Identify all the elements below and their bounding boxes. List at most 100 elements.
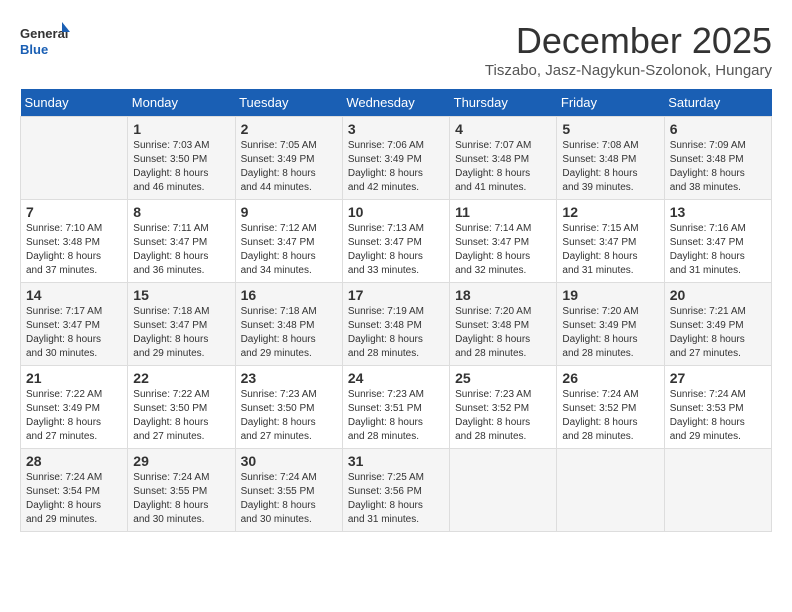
day-number: 22 bbox=[133, 370, 229, 386]
day-number: 6 bbox=[670, 121, 766, 137]
cell-info: Sunrise: 7:17 AM Sunset: 3:47 PM Dayligh… bbox=[26, 305, 122, 361]
cell-info: Sunrise: 7:25 AM Sunset: 3:56 PM Dayligh… bbox=[348, 471, 444, 527]
calendar-cell: 26 Sunrise: 7:24 AM Sunset: 3:52 PM Dayli… bbox=[557, 366, 664, 449]
calendar-cell: 10 Sunrise: 7:13 AM Sunset: 3:47 PM Dayli… bbox=[342, 200, 449, 283]
cell-info: Sunrise: 7:08 AM Sunset: 3:48 PM Dayligh… bbox=[562, 139, 658, 195]
header-friday: Friday bbox=[557, 89, 664, 117]
week-row-1: 1 Sunrise: 7:03 AM Sunset: 3:50 PM Daylig… bbox=[21, 117, 772, 200]
cell-info: Sunrise: 7:21 AM Sunset: 3:49 PM Dayligh… bbox=[670, 305, 766, 361]
calendar-cell: 11 Sunrise: 7:14 AM Sunset: 3:47 PM Dayli… bbox=[450, 200, 557, 283]
day-number: 3 bbox=[348, 121, 444, 137]
cell-info: Sunrise: 7:24 AM Sunset: 3:55 PM Dayligh… bbox=[133, 471, 229, 527]
calendar-cell: 15Sunrise: 7:18 AM Sunset: 3:47 PM Dayli… bbox=[128, 283, 235, 366]
calendar-cell bbox=[557, 449, 664, 532]
day-number: 26 bbox=[562, 370, 658, 386]
day-number: 11 bbox=[455, 204, 551, 220]
cell-info: Sunrise: 7:05 AM Sunset: 3:49 PM Dayligh… bbox=[241, 139, 337, 195]
location-subtitle: Tiszabo, Jasz-Nagykun-Szolonok, Hungary bbox=[485, 62, 772, 79]
cell-info: Sunrise: 7:13 AM Sunset: 3:47 PM Dayligh… bbox=[348, 222, 444, 278]
calendar-cell: 6 Sunrise: 7:09 AM Sunset: 3:48 PM Daylig… bbox=[664, 117, 771, 200]
cell-info: Sunrise: 7:24 AM Sunset: 3:52 PM Dayligh… bbox=[562, 388, 658, 444]
cell-info: Sunrise: 7:18 AM Sunset: 3:47 PM Dayligh… bbox=[133, 305, 229, 361]
day-number: 31 bbox=[348, 453, 444, 469]
svg-text:Blue: Blue bbox=[20, 42, 48, 57]
day-number: 9 bbox=[241, 204, 337, 220]
cell-info: Sunrise: 7:20 AM Sunset: 3:49 PM Dayligh… bbox=[562, 305, 658, 361]
cell-info: Sunrise: 7:16 AM Sunset: 3:47 PM Dayligh… bbox=[670, 222, 766, 278]
day-number: 16 bbox=[241, 287, 337, 303]
calendar-cell: 25 Sunrise: 7:23 AM Sunset: 3:52 PM Dayli… bbox=[450, 366, 557, 449]
cell-info: Sunrise: 7:23 AM Sunset: 3:52 PM Dayligh… bbox=[455, 388, 551, 444]
day-number: 1 bbox=[133, 121, 229, 137]
cell-info: Sunrise: 7:24 AM Sunset: 3:55 PM Dayligh… bbox=[241, 471, 337, 527]
day-number: 14 bbox=[26, 287, 122, 303]
header-saturday: Saturday bbox=[664, 89, 771, 117]
day-number: 25 bbox=[455, 370, 551, 386]
cell-info: Sunrise: 7:19 AM Sunset: 3:48 PM Dayligh… bbox=[348, 305, 444, 361]
calendar-cell: 14 Sunrise: 7:17 AM Sunset: 3:47 PM Dayli… bbox=[21, 283, 128, 366]
cell-info: Sunrise: 7:10 AM Sunset: 3:48 PM Dayligh… bbox=[26, 222, 122, 278]
calendar-cell: 17 Sunrise: 7:19 AM Sunset: 3:48 PM Dayli… bbox=[342, 283, 449, 366]
week-row-2: 7 Sunrise: 7:10 AM Sunset: 3:48 PM Daylig… bbox=[21, 200, 772, 283]
calendar-cell: 27 Sunrise: 7:24 AM Sunset: 3:53 PM Dayli… bbox=[664, 366, 771, 449]
cell-info: Sunrise: 7:03 AM Sunset: 3:50 PM Dayligh… bbox=[133, 139, 229, 195]
calendar-cell bbox=[21, 117, 128, 200]
calendar-cell: 8 Sunrise: 7:11 AM Sunset: 3:47 PM Daylig… bbox=[128, 200, 235, 283]
title-block: December 2025 Tiszabo, Jasz-Nagykun-Szol… bbox=[485, 20, 772, 79]
cell-info: Sunrise: 7:06 AM Sunset: 3:49 PM Dayligh… bbox=[348, 139, 444, 195]
header-monday: Monday bbox=[128, 89, 235, 117]
cell-info: Sunrise: 7:18 AM Sunset: 3:48 PM Dayligh… bbox=[241, 305, 337, 361]
calendar-cell: 30 Sunrise: 7:24 AM Sunset: 3:55 PM Dayli… bbox=[235, 449, 342, 532]
day-number: 7 bbox=[26, 204, 122, 220]
page-header: General Blue December 2025 Tiszabo, Jasz… bbox=[20, 20, 772, 79]
day-number: 5 bbox=[562, 121, 658, 137]
calendar-cell bbox=[664, 449, 771, 532]
calendar-cell: 20 Sunrise: 7:21 AM Sunset: 3:49 PM Dayli… bbox=[664, 283, 771, 366]
cell-info: Sunrise: 7:14 AM Sunset: 3:47 PM Dayligh… bbox=[455, 222, 551, 278]
calendar-cell: 19Sunrise: 7:20 AM Sunset: 3:49 PM Dayli… bbox=[557, 283, 664, 366]
day-number: 12 bbox=[562, 204, 658, 220]
cell-info: Sunrise: 7:23 AM Sunset: 3:51 PM Dayligh… bbox=[348, 388, 444, 444]
calendar-cell: 31 Sunrise: 7:25 AM Sunset: 3:56 PM Dayli… bbox=[342, 449, 449, 532]
day-number: 8 bbox=[133, 204, 229, 220]
day-number: 18 bbox=[455, 287, 551, 303]
calendar-cell: 24Sunrise: 7:23 AM Sunset: 3:51 PM Dayli… bbox=[342, 366, 449, 449]
day-number: 2 bbox=[241, 121, 337, 137]
calendar-cell: 13 Sunrise: 7:16 AM Sunset: 3:47 PM Dayli… bbox=[664, 200, 771, 283]
calendar-header-row: SundayMondayTuesdayWednesdayThursdayFrid… bbox=[21, 89, 772, 117]
day-number: 20 bbox=[670, 287, 766, 303]
week-row-3: 14 Sunrise: 7:17 AM Sunset: 3:47 PM Dayli… bbox=[21, 283, 772, 366]
calendar-cell: 2 Sunrise: 7:05 AM Sunset: 3:49 PM Daylig… bbox=[235, 117, 342, 200]
day-number: 17 bbox=[348, 287, 444, 303]
month-title: December 2025 bbox=[485, 20, 772, 62]
day-number: 10 bbox=[348, 204, 444, 220]
day-number: 27 bbox=[670, 370, 766, 386]
header-thursday: Thursday bbox=[450, 89, 557, 117]
calendar-cell: 23Sunrise: 7:23 AM Sunset: 3:50 PM Dayli… bbox=[235, 366, 342, 449]
day-number: 30 bbox=[241, 453, 337, 469]
week-row-5: 28Sunrise: 7:24 AM Sunset: 3:54 PM Dayli… bbox=[21, 449, 772, 532]
calendar-cell: 22 Sunrise: 7:22 AM Sunset: 3:50 PM Dayli… bbox=[128, 366, 235, 449]
day-number: 29 bbox=[133, 453, 229, 469]
calendar-table: SundayMondayTuesdayWednesdayThursdayFrid… bbox=[20, 89, 772, 532]
header-tuesday: Tuesday bbox=[235, 89, 342, 117]
calendar-cell: 28Sunrise: 7:24 AM Sunset: 3:54 PM Dayli… bbox=[21, 449, 128, 532]
cell-info: Sunrise: 7:09 AM Sunset: 3:48 PM Dayligh… bbox=[670, 139, 766, 195]
calendar-cell: 21Sunrise: 7:22 AM Sunset: 3:49 PM Dayli… bbox=[21, 366, 128, 449]
cell-info: Sunrise: 7:23 AM Sunset: 3:50 PM Dayligh… bbox=[241, 388, 337, 444]
cell-info: Sunrise: 7:22 AM Sunset: 3:49 PM Dayligh… bbox=[26, 388, 122, 444]
cell-info: Sunrise: 7:22 AM Sunset: 3:50 PM Dayligh… bbox=[133, 388, 229, 444]
calendar-cell: 29 Sunrise: 7:24 AM Sunset: 3:55 PM Dayli… bbox=[128, 449, 235, 532]
cell-info: Sunrise: 7:24 AM Sunset: 3:54 PM Dayligh… bbox=[26, 471, 122, 527]
cell-info: Sunrise: 7:24 AM Sunset: 3:53 PM Dayligh… bbox=[670, 388, 766, 444]
calendar-cell: 7 Sunrise: 7:10 AM Sunset: 3:48 PM Daylig… bbox=[21, 200, 128, 283]
calendar-cell: 16 Sunrise: 7:18 AM Sunset: 3:48 PM Dayli… bbox=[235, 283, 342, 366]
cell-info: Sunrise: 7:15 AM Sunset: 3:47 PM Dayligh… bbox=[562, 222, 658, 278]
day-number: 13 bbox=[670, 204, 766, 220]
cell-info: Sunrise: 7:11 AM Sunset: 3:47 PM Dayligh… bbox=[133, 222, 229, 278]
header-sunday: Sunday bbox=[21, 89, 128, 117]
header-wednesday: Wednesday bbox=[342, 89, 449, 117]
calendar-cell: 12 Sunrise: 7:15 AM Sunset: 3:47 PM Dayli… bbox=[557, 200, 664, 283]
week-row-4: 21Sunrise: 7:22 AM Sunset: 3:49 PM Dayli… bbox=[21, 366, 772, 449]
logo: General Blue bbox=[20, 20, 70, 65]
